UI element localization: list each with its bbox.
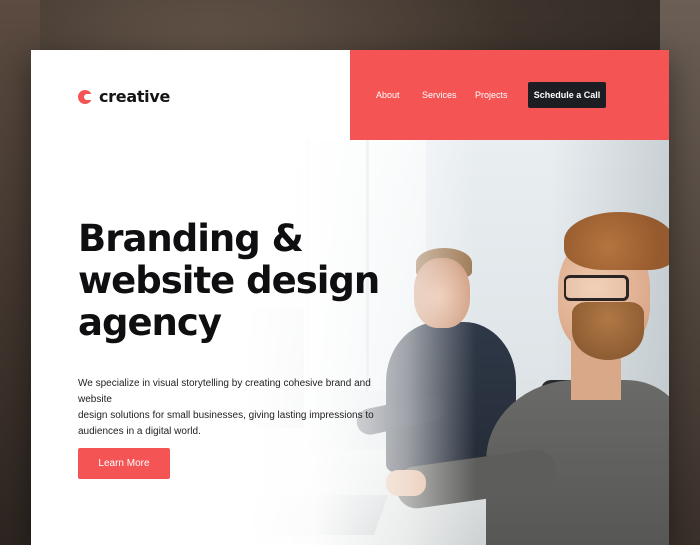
website-mockup: creative About Services Projects Schedul… (31, 50, 669, 545)
schedule-call-button[interactable]: Schedule a Call (528, 82, 606, 108)
nav-link-about[interactable]: About (376, 90, 400, 100)
nav-link-projects[interactable]: Projects (475, 90, 508, 100)
learn-more-button[interactable]: Learn More (78, 448, 170, 479)
hero-headline: Branding & website design agency (78, 217, 380, 344)
hero-description: We specialize in visual storytelling by … (78, 378, 374, 437)
brand-logo[interactable]: creative (78, 87, 170, 106)
brand-name: creative (99, 87, 171, 106)
brand-logo-icon (78, 89, 93, 104)
nav-link-services[interactable]: Services (422, 90, 457, 100)
